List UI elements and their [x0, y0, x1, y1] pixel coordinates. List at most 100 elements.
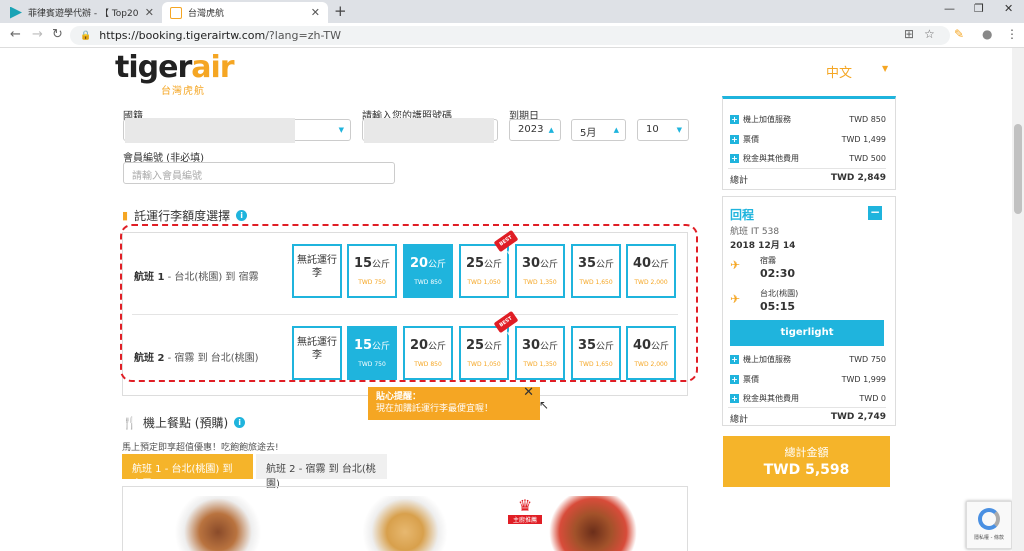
fee-row: + 稅金與其他費用 TWD 500	[730, 153, 886, 164]
fee-label: 機上加值服務	[743, 355, 791, 364]
fee-amount: TWD 1,499	[841, 135, 886, 144]
plus-icon[interactable]: +	[730, 394, 739, 403]
maximize-icon[interactable]: ❐	[974, 2, 984, 15]
url-path: /?lang=zh-TW	[265, 29, 342, 42]
outbound-total-row: 總計 TWD 2,849	[730, 173, 886, 186]
recaptcha-text[interactable]: 隱私權 - 條款	[967, 534, 1011, 541]
plus-icon[interactable]: +	[730, 115, 739, 124]
reload-icon[interactable]: ↻	[52, 27, 63, 42]
translate-icon[interactable]: ⊞	[904, 27, 914, 41]
forward-icon[interactable]: →	[32, 27, 43, 42]
arrival-city: 台北(桃園)	[760, 289, 799, 298]
language-selector[interactable]: 中文	[826, 62, 852, 81]
luggage-icon: ▮	[122, 209, 129, 222]
fee-amount: TWD 850	[849, 115, 886, 124]
tab-favicon-icon	[10, 6, 22, 19]
return-title: 回程	[730, 208, 755, 222]
info-icon[interactable]: i	[236, 210, 248, 221]
plus-icon[interactable]: +	[730, 375, 739, 384]
close-icon[interactable]: ✕	[523, 386, 534, 399]
info-icon[interactable]: i	[234, 417, 246, 428]
plus-icon[interactable]: +	[730, 135, 739, 144]
fee-amount: TWD 0	[859, 394, 886, 403]
tab-title: 台灣虎航	[188, 9, 225, 19]
fee-label: 稅金與其他費用	[743, 154, 799, 163]
fee-row: + 機上加值服務 TWD 850	[730, 114, 886, 125]
tab-title: 菲律賓遊學代辦 - 【 Top20 菲律賓	[28, 9, 141, 19]
tigerair-favicon-icon	[170, 6, 182, 19]
plus-icon[interactable]: +	[730, 154, 739, 163]
tooltip-body: 現在加購託運行李最便宜喔！	[376, 404, 494, 414]
redacted-block	[364, 118, 494, 143]
cutlery-icon: 🍴	[122, 415, 137, 430]
tab-meal-flight-2[interactable]: 航班 2 - 宿霧 到 台北(桃園)	[256, 454, 387, 490]
expiry-month-value: 5月	[580, 128, 597, 139]
close-tab-icon[interactable]: ✕	[145, 6, 154, 19]
tab-active[interactable]: 台灣虎航 ✕	[162, 2, 328, 23]
fee-row: + 票價 TWD 1,999	[730, 374, 886, 385]
landing-plane-icon: ✈	[730, 292, 741, 306]
minimize-icon[interactable]: —	[944, 2, 955, 15]
page-content: tigerair 台灣虎航 中文 ▼ 國籍 請輸入您的護照號碼 到期日 ▼ 20…	[0, 48, 1012, 551]
meals-title-text: 機上餐點 (預購)	[142, 416, 229, 430]
total-amount: TWD 2,849	[830, 173, 886, 183]
return-date: 2018 12月 14	[730, 241, 796, 251]
fee-amount: TWD 750	[849, 355, 886, 364]
recaptcha-icon	[978, 508, 1000, 530]
tab-meal-flight-1[interactable]: 航班 1 - 台北(桃園) 到 宿霧	[122, 454, 253, 490]
highlight-dashed-outline	[120, 224, 698, 382]
fee-label: 票價	[743, 135, 759, 144]
departure-city: 宿霧	[760, 256, 776, 265]
browser-tabbar: 菲律賓遊學代辦 - 【 Top20 菲律賓 ✕ 台灣虎航 ✕ + — ❐ ✕	[0, 0, 1024, 23]
expiry-day-select[interactable]: 10 ▼	[637, 119, 689, 141]
fee-amount: TWD 1,999	[841, 375, 886, 384]
meal-image-stew[interactable]	[544, 496, 642, 551]
total-amount: TWD 2,749	[830, 412, 886, 422]
recaptcha-badge[interactable]: 隱私權 - 條款	[966, 501, 1012, 549]
close-tab-icon[interactable]: ✕	[311, 6, 320, 19]
total-label: 總計	[730, 415, 749, 425]
chef-recommend-crown-icon: ♛ 主廚推薦	[508, 496, 542, 530]
meals-promo-text: 馬上預定即享超值優惠！吃飽飽旅途去!	[122, 443, 279, 453]
lock-icon: 🔒	[80, 30, 92, 41]
tooltip-title: 貼心提醒：	[376, 392, 422, 402]
scrollbar-thumb[interactable]	[1014, 124, 1022, 214]
arrival-time: 05:15	[760, 300, 796, 313]
member-id-input[interactable]: 請輸入會員編號	[123, 162, 395, 184]
new-tab-button[interactable]: +	[334, 2, 347, 20]
logo-text-accent: air	[191, 50, 234, 85]
chevron-down-icon[interactable]: ▼	[882, 64, 888, 73]
back-icon[interactable]: ←	[10, 27, 21, 42]
baggage-title-text: 託運行李額度選擇	[134, 209, 231, 223]
url-field[interactable]: 🔒 https://booking.tigerairtw.com /?lang=…	[70, 26, 950, 45]
expiry-year-select[interactable]: 2023 ▲	[509, 119, 561, 141]
collapse-minus-icon[interactable]: −	[868, 206, 882, 220]
baggage-section-title: ▮ 託運行李額度選擇 i	[122, 207, 248, 224]
takeoff-plane-icon: ✈	[730, 258, 741, 272]
tip-tooltip: 貼心提醒： 現在加購託運行李最便宜喔！ ✕	[368, 386, 540, 420]
expiry-day-value: 10	[646, 124, 659, 135]
page-scrollbar[interactable]	[1012, 48, 1024, 551]
address-bar-row: ← → ↻ 🔒 https://booking.tigerairtw.com /…	[0, 23, 1024, 48]
fee-amount: TWD 500	[849, 154, 886, 163]
menu-dots-icon[interactable]: ⋮	[1006, 27, 1018, 41]
caret-down-icon: ▼	[338, 126, 344, 134]
close-window-icon[interactable]: ✕	[1004, 2, 1013, 15]
meal-image-steak[interactable]	[168, 496, 268, 551]
meal-image-pasta[interactable]	[356, 496, 454, 551]
caret-up-icon: ▲	[613, 126, 619, 134]
profile-icon[interactable]: ●	[982, 27, 992, 41]
tab-inactive[interactable]: 菲律賓遊學代辦 - 【 Top20 菲律賓 ✕	[2, 2, 162, 23]
plus-icon[interactable]: +	[730, 355, 739, 364]
tigerair-logo[interactable]: tigerair 台灣虎航	[115, 50, 235, 98]
url-host: https://booking.tigerairtw.com	[99, 29, 266, 42]
grand-total-label: 總計金額	[784, 446, 829, 459]
extension-key-icon[interactable]: ✎	[954, 27, 964, 41]
return-total-row: 總計 TWD 2,749	[730, 412, 886, 425]
divider	[728, 407, 886, 408]
bookmark-star-icon[interactable]: ☆	[924, 27, 935, 41]
caret-up-icon: ▲	[548, 126, 554, 134]
expiry-month-select[interactable]: 5月 ▲	[571, 119, 626, 141]
fee-row: + 票價 TWD 1,499	[730, 134, 886, 145]
return-flight-number: 航班 IT 538	[730, 227, 780, 237]
